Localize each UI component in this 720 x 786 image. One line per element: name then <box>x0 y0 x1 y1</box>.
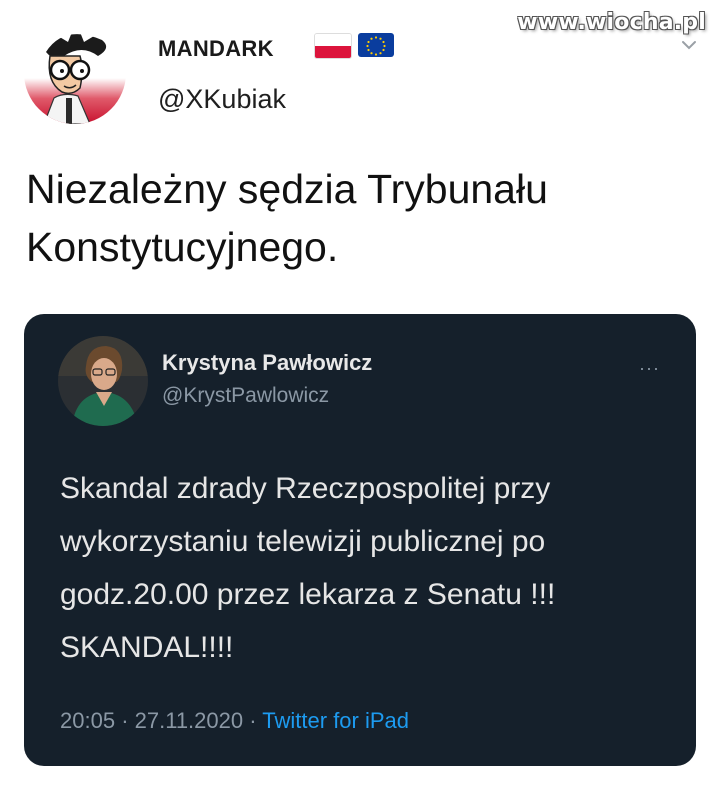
author-name[interactable]: MANDARK <box>158 36 274 62</box>
tweet-text: Niezależny sędzia Trybunału Konstytucyjn… <box>26 166 548 270</box>
quoted-tweet-text: Skandal zdrady Rzeczpospolitej przy wyko… <box>60 472 556 664</box>
meta-separator: · <box>121 708 129 733</box>
quoted-author-handle[interactable]: @KrystPawlowicz <box>162 384 329 408</box>
quoted-author-avatar[interactable] <box>58 336 148 426</box>
chevron-down-icon[interactable] <box>680 36 698 54</box>
tweet-date[interactable]: 27.11.2020 <box>135 708 243 733</box>
tweet-time: 20:05 <box>60 708 116 733</box>
author-handle[interactable]: @XKubiak <box>158 84 286 115</box>
tweet-source-link[interactable]: Twitter for iPad <box>262 708 409 733</box>
avatar[interactable] <box>24 22 126 124</box>
flag-eu-icon <box>358 33 394 57</box>
more-icon[interactable]: ··· <box>639 358 660 379</box>
quoted-tweet-meta: 20:05 · 27.11.2020 · Twitter for iPad <box>60 708 409 734</box>
flag-poland-icon <box>314 33 352 59</box>
quoted-author-name[interactable]: Krystyna Pawłowicz <box>162 350 372 376</box>
quoted-tweet-card[interactable]: Krystyna Pawłowicz @KrystPawlowicz ··· S… <box>24 314 696 766</box>
watermark: www.wiocha.pl <box>517 10 706 35</box>
meta-separator: · <box>249 708 257 733</box>
